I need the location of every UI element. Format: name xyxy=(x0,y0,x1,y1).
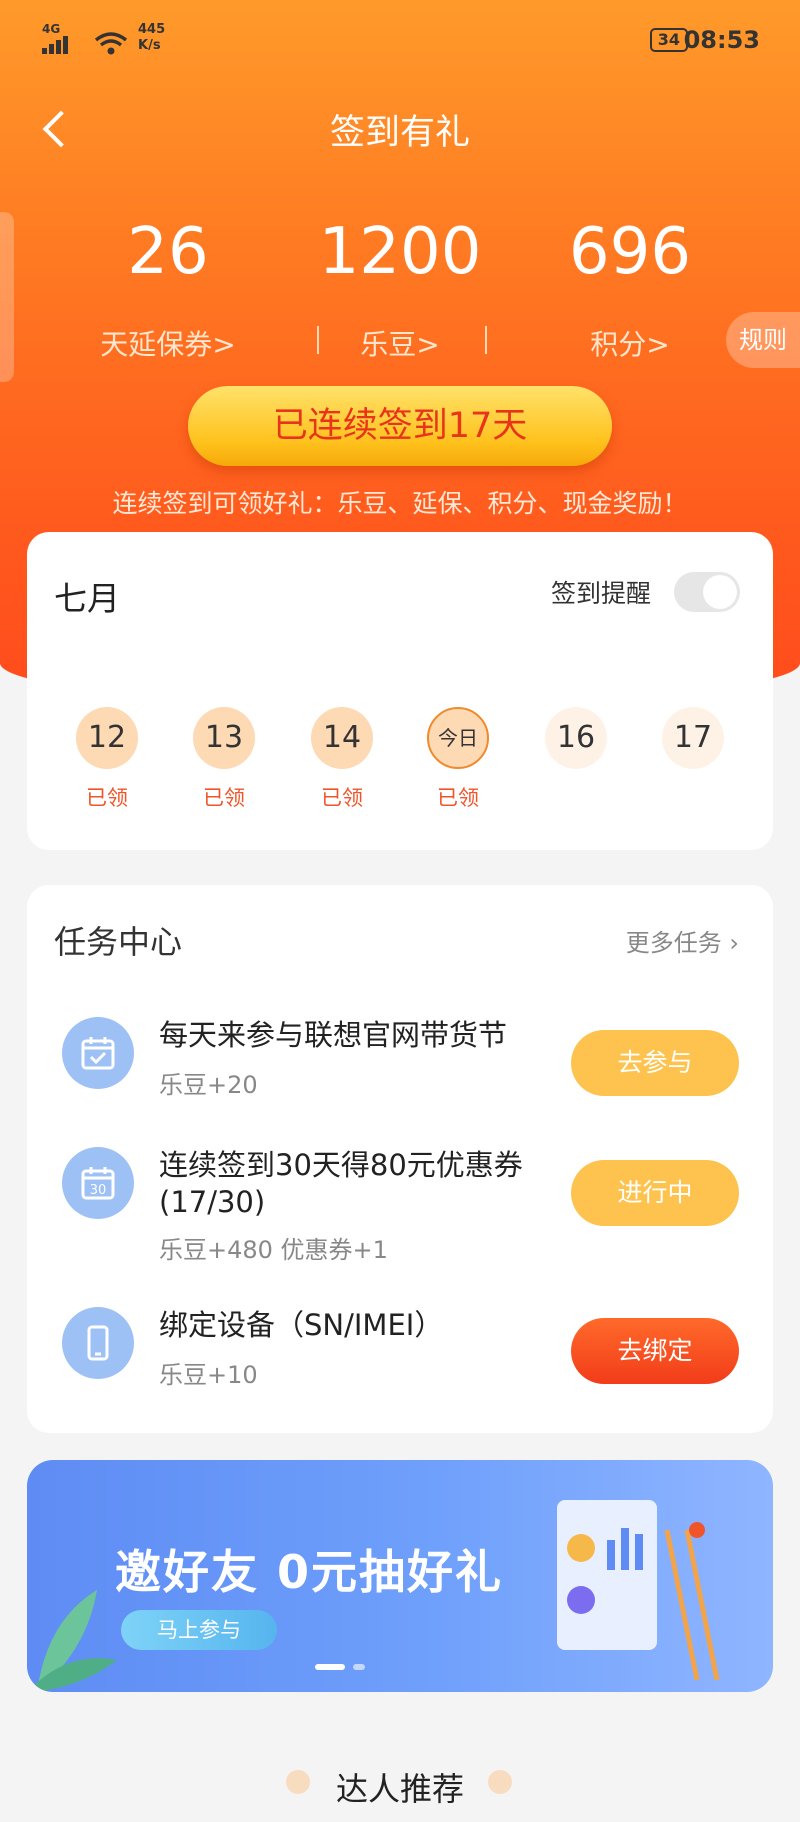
warranty-coupon-count: 26 xyxy=(127,215,209,289)
join-now-button[interactable]: 马上参与 xyxy=(121,1610,277,1650)
reminder-toggle[interactable] xyxy=(674,572,740,612)
points-link[interactable]: 积分> xyxy=(530,323,730,363)
battery-icon: 34 xyxy=(649,28,688,52)
warranty-coupon-link[interactable]: 天延保券> xyxy=(68,323,268,363)
clock: 08:53 xyxy=(683,26,760,54)
task-title: 连续签到30天得80元优惠券 (17/30) xyxy=(159,1148,523,1219)
task-reward: 乐豆+480 优惠券+1 xyxy=(159,1236,388,1264)
streak-note: 连续签到可领好礼：乐豆、延保、积分、现金奖励！ xyxy=(112,489,688,518)
more-tasks-link[interactable]: 更多任务 › xyxy=(626,923,739,958)
calendar-30-icon: 30 xyxy=(62,1147,134,1219)
reminder-label: 签到提醒 xyxy=(550,579,651,608)
task-title: 绑定设备（SN/IMEI） xyxy=(159,1308,444,1342)
task-center-card: 任务中心 更多任务 › 每天来参与联想官网带货节 乐豆+20 去参与 30 连续… xyxy=(27,885,773,1433)
carousel-dot-active xyxy=(315,1664,345,1670)
streak-banner[interactable]: 已连续签到17天 xyxy=(188,386,612,466)
bind-device-button[interactable]: 去绑定 xyxy=(571,1318,739,1384)
day-status: 已领 xyxy=(86,786,128,810)
day-status: 已领 xyxy=(437,786,479,810)
banner-title: 邀好友 0元抽好礼 xyxy=(115,1545,504,1599)
leaf-icon xyxy=(27,1590,117,1692)
report-illustration xyxy=(557,1500,720,1681)
phone-icon xyxy=(62,1307,134,1379)
calendar-check-icon xyxy=(62,1017,134,1089)
network-speed: 445 K/s xyxy=(138,22,165,54)
signal-icon xyxy=(42,36,76,54)
task-reward: 乐豆+20 xyxy=(159,1071,258,1099)
decor-puff xyxy=(488,1770,512,1794)
ledou-link[interactable]: 乐豆> xyxy=(300,323,500,363)
in-progress-button[interactable]: 进行中 xyxy=(571,1160,739,1226)
carousel-dot xyxy=(353,1664,365,1670)
month-label: 七月 xyxy=(54,579,120,618)
invite-banner[interactable]: 邀好友 0元抽好礼 马上参与 xyxy=(27,1460,773,1692)
task-reward: 乐豆+10 xyxy=(159,1361,258,1389)
recommend-title: 达人推荐 xyxy=(335,1770,464,1808)
wifi-icon xyxy=(94,32,128,62)
day-12[interactable]: 12 xyxy=(76,707,138,769)
day-today[interactable]: 今日 xyxy=(427,707,489,769)
rules-button[interactable]: 规则 xyxy=(726,312,800,368)
day-status: 已领 xyxy=(321,786,363,810)
points-count: 696 xyxy=(568,215,692,289)
page-title: 签到有礼 xyxy=(329,113,470,153)
day-status: 已领 xyxy=(203,786,245,810)
task-center-title: 任务中心 xyxy=(54,923,183,961)
divider xyxy=(485,326,487,354)
day-14[interactable]: 14 xyxy=(311,707,373,769)
day-13[interactable]: 13 xyxy=(193,707,255,769)
day-16[interactable]: 16 xyxy=(545,707,607,769)
status-bar: 4G 445 K/s 34 08:53 xyxy=(42,22,760,62)
task-title: 每天来参与联想官网带货节 xyxy=(159,1018,508,1052)
svg-text:30: 30 xyxy=(90,1183,107,1198)
speed-value: 445 xyxy=(138,22,166,37)
speed-unit: K/s xyxy=(138,38,161,53)
join-button[interactable]: 去参与 xyxy=(571,1030,739,1096)
checkin-calendar-card: 七月 签到提醒 12 已领 13 已领 14 已领 今日 已领 16 17 xyxy=(27,532,773,850)
network-type: 4G xyxy=(42,22,61,36)
ledou-count: 1200 xyxy=(318,215,482,289)
day-17[interactable]: 17 xyxy=(662,707,724,769)
